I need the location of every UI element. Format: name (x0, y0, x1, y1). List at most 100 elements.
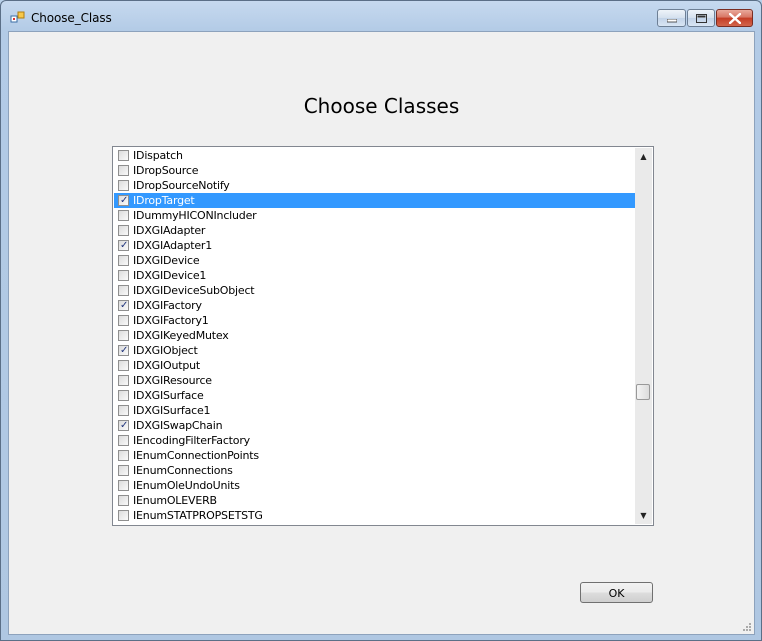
item-checkbox[interactable]: ✓ (118, 405, 129, 416)
list-item[interactable]: ✓ IDXGIResource (114, 373, 636, 388)
maximize-button[interactable] (687, 9, 715, 27)
list-item[interactable]: ✓ IEnumOLEVERB (114, 493, 636, 508)
list-item[interactable]: ✓ IDXGIDevice1 (114, 268, 636, 283)
class-checked-list[interactable]: ✓ IDispatch ✓ IDropSource ✓ IDropSourceNotify… (112, 146, 654, 526)
list-item[interactable]: ✓ IDXGIObject (114, 343, 636, 358)
item-checkbox[interactable]: ✓ (118, 150, 129, 161)
item-label: IDXGIFactory (133, 299, 202, 312)
scroll-up-button[interactable]: ▲ (635, 148, 652, 165)
list-item[interactable]: ✓ IDXGIDevice (114, 253, 636, 268)
item-label: IEnumOLEVERB (133, 494, 217, 507)
dialog-client: Choose Classes ✓ IDispatch ✓ IDropSource ✓ ID… (8, 31, 755, 635)
list-item[interactable]: ✓ IDXGIOutput (114, 358, 636, 373)
item-checkbox[interactable]: ✓ (118, 225, 129, 236)
item-label: IDXGISwapChain (133, 419, 223, 432)
item-checkbox[interactable]: ✓ (118, 180, 129, 191)
item-checkbox[interactable]: ✓ (118, 345, 129, 356)
item-label: IDXGIAdapter1 (133, 239, 213, 252)
item-checkbox[interactable]: ✓ (118, 285, 129, 296)
dialog-heading: Choose Classes (303, 94, 460, 118)
minimize-icon (667, 19, 677, 23)
item-checkbox[interactable]: ✓ (118, 195, 129, 206)
scroll-down-button[interactable]: ▼ (635, 507, 652, 524)
item-label: IDXGISurface1 (133, 404, 211, 417)
item-checkbox[interactable]: ✓ (118, 465, 129, 476)
maximize-icon (696, 14, 707, 23)
item-label: IDummyHICONIncluder (133, 209, 257, 222)
item-checkbox[interactable]: ✓ (118, 330, 129, 341)
scroll-thumb[interactable] (636, 384, 650, 400)
item-label: IDXGIDeviceSubObject (133, 284, 255, 297)
list-item[interactable]: ✓ IEnumOleUndoUnits (114, 478, 636, 493)
class-list-items: ✓ IDispatch ✓ IDropSource ✓ IDropSourceNotify… (114, 148, 636, 523)
item-label: IDXGISurface (133, 389, 204, 402)
minimize-button[interactable] (657, 9, 686, 27)
item-checkbox[interactable]: ✓ (118, 420, 129, 431)
item-checkbox[interactable]: ✓ (118, 270, 129, 281)
item-label: IDXGIObject (133, 344, 198, 357)
item-checkbox[interactable]: ✓ (118, 255, 129, 266)
close-button[interactable] (716, 9, 753, 27)
list-item[interactable]: ✓ IDXGIAdapter1 (114, 238, 636, 253)
item-label: IEnumConnectionPoints (133, 449, 259, 462)
item-label: IEnumSTATPROPSETSTG (133, 509, 263, 522)
list-item[interactable]: ✓ IDXGIFactory (114, 298, 636, 313)
item-checkbox[interactable]: ✓ (118, 165, 129, 176)
check-icon: ✓ (120, 195, 129, 206)
item-label: IDXGIDevice (133, 254, 200, 267)
check-icon: ✓ (120, 420, 129, 431)
item-label: IEnumOleUndoUnits (133, 479, 240, 492)
list-item[interactable]: ✓ IEncodingFilterFactory (114, 433, 636, 448)
item-checkbox[interactable]: ✓ (118, 435, 129, 446)
item-checkbox[interactable]: ✓ (118, 360, 129, 371)
list-item[interactable]: ✓ IEnumConnectionPoints (114, 448, 636, 463)
item-label: IDXGIKeyedMutex (133, 329, 229, 342)
item-label: IDXGIAdapter (133, 224, 206, 237)
item-checkbox[interactable]: ✓ (118, 240, 129, 251)
list-item[interactable]: ✓ IDropSource (114, 163, 636, 178)
list-item[interactable]: ✓ IEnumSTATPROPSETSTG (114, 508, 636, 523)
item-checkbox[interactable]: ✓ (118, 390, 129, 401)
list-item[interactable]: ✓ IDispatch (114, 148, 636, 163)
app-icon (10, 11, 25, 23)
close-icon (729, 13, 741, 24)
list-item[interactable]: ✓ IDXGIAdapter (114, 223, 636, 238)
dialog-window: Choose_Class Choose Classes ✓ IDispatch ✓ I… (0, 0, 762, 641)
vertical-scrollbar[interactable]: ▲ ▼ (635, 148, 652, 524)
item-checkbox[interactable]: ✓ (118, 495, 129, 506)
item-checkbox[interactable]: ✓ (118, 510, 129, 521)
list-item[interactable]: ✓ IDXGISurface (114, 388, 636, 403)
item-checkbox[interactable]: ✓ (118, 210, 129, 221)
item-label: IEncodingFilterFactory (133, 434, 250, 447)
item-label: IDispatch (133, 149, 183, 162)
item-checkbox[interactable]: ✓ (118, 315, 129, 326)
item-label: IDXGIFactory1 (133, 314, 209, 327)
list-item[interactable]: ✓ IDropTarget (114, 193, 636, 208)
list-item[interactable]: ✓ IDropSourceNotify (114, 178, 636, 193)
check-icon: ✓ (120, 345, 129, 356)
ok-button[interactable]: OK (580, 582, 653, 603)
item-checkbox[interactable]: ✓ (118, 450, 129, 461)
item-label: IDXGIResource (133, 374, 212, 387)
item-label: IDropTarget (133, 194, 195, 207)
item-label: IDXGIOutput (133, 359, 201, 372)
item-label: IDropSourceNotify (133, 179, 230, 192)
list-item[interactable]: ✓ IDXGIFactory1 (114, 313, 636, 328)
list-item[interactable]: ✓ IDXGISurface1 (114, 403, 636, 418)
size-grip-icon[interactable] (742, 622, 752, 632)
item-label: IDropSource (133, 164, 199, 177)
item-label: IEnumConnections (133, 464, 233, 477)
list-item[interactable]: ✓ IDXGIKeyedMutex (114, 328, 636, 343)
item-checkbox[interactable]: ✓ (118, 300, 129, 311)
item-checkbox[interactable]: ✓ (118, 480, 129, 491)
check-icon: ✓ (120, 240, 129, 251)
window-title: Choose_Class (31, 11, 112, 25)
list-item[interactable]: ✓ IDummyHICONIncluder (114, 208, 636, 223)
check-icon: ✓ (120, 300, 129, 311)
list-item[interactable]: ✓ IEnumConnections (114, 463, 636, 478)
list-item[interactable]: ✓ IDXGISwapChain (114, 418, 636, 433)
item-label: IDXGIDevice1 (133, 269, 207, 282)
item-checkbox[interactable]: ✓ (118, 375, 129, 386)
list-item[interactable]: ✓ IDXGIDeviceSubObject (114, 283, 636, 298)
title-bar[interactable]: Choose_Class (1, 1, 761, 31)
